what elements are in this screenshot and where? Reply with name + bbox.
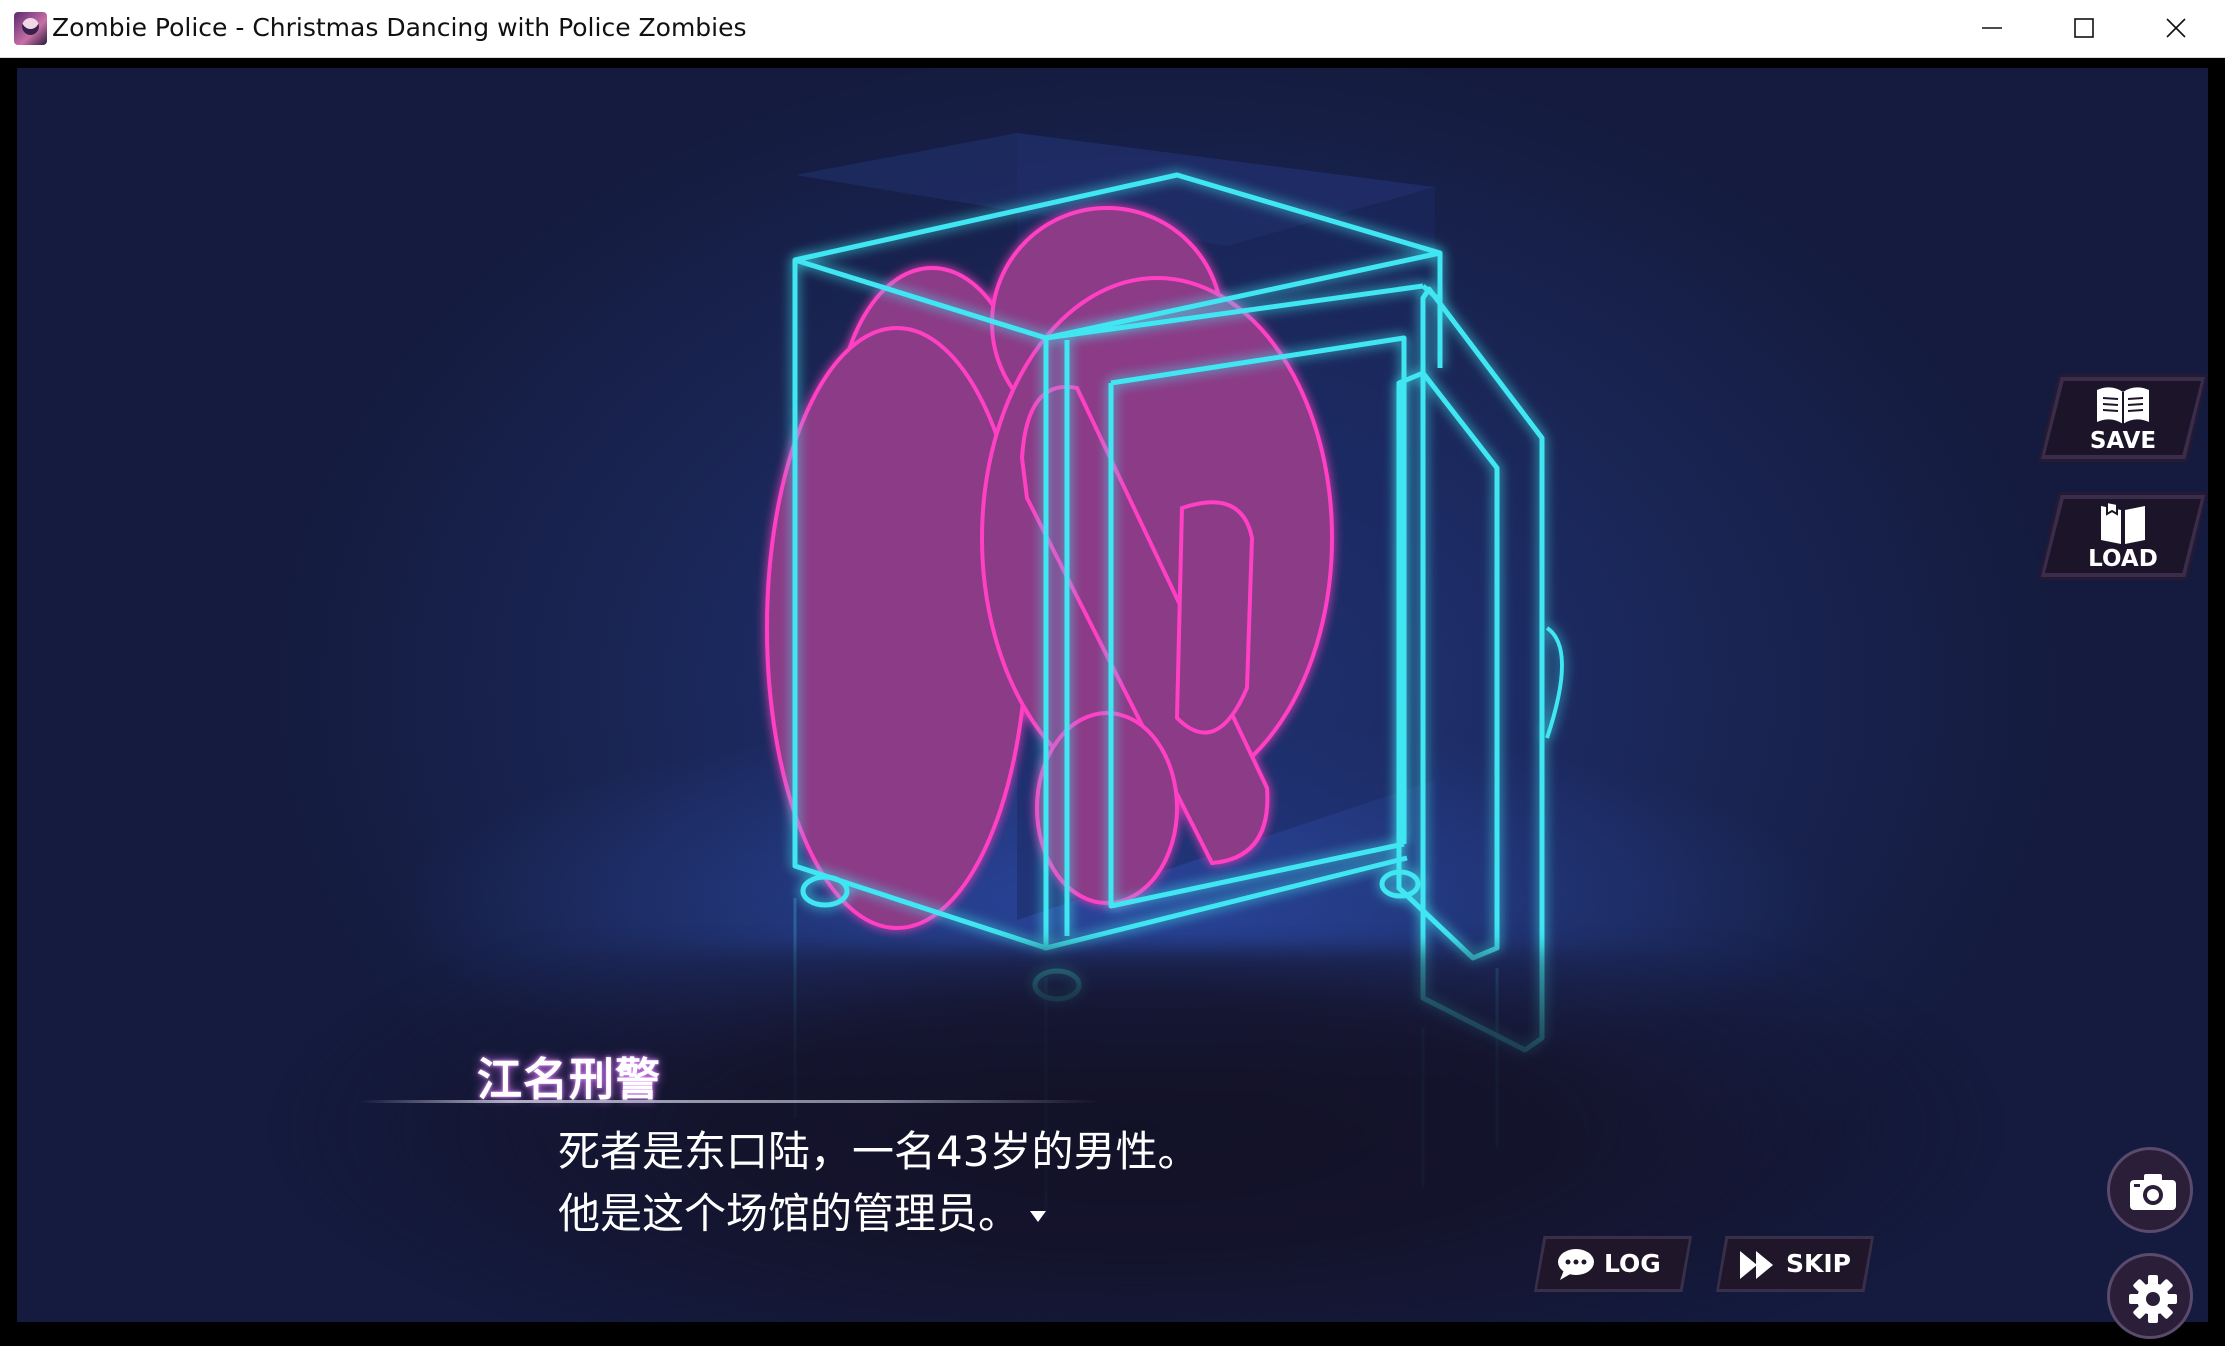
skip-button[interactable]: SKIP — [1716, 1236, 1874, 1292]
window-title: Zombie Police - Christmas Dancing with P… — [52, 13, 747, 42]
dialogue-line-2: 他是这个场馆的管理员。 — [558, 1189, 1021, 1238]
camera-icon — [2130, 1174, 2176, 1210]
close-button[interactable] — [2130, 0, 2222, 57]
fast-forward-icon — [1740, 1251, 1773, 1279]
maximize-button[interactable] — [2038, 0, 2130, 57]
dialogue-line-2-wrap: 他是这个场馆的管理员。 — [558, 1183, 1199, 1245]
minimize-button[interactable] — [1946, 0, 2038, 57]
log-button[interactable]: LOG — [1534, 1236, 1692, 1292]
crouched-body-icon — [765, 206, 1334, 930]
window-titlebar: Zombie Police - Christmas Dancing with P… — [0, 0, 2225, 58]
app-icon — [14, 12, 47, 45]
dialogue-line-1: 死者是东口陆，一名43岁的男性。 — [558, 1127, 1200, 1176]
minimize-icon — [1982, 27, 2002, 29]
book-icon — [2101, 500, 2145, 544]
save-button[interactable]: SAVE — [2038, 374, 2208, 462]
maximize-icon — [2074, 18, 2094, 38]
open-book-icon — [2097, 387, 2149, 424]
close-icon — [2166, 18, 2186, 38]
load-button[interactable]: LOAD — [2038, 492, 2208, 580]
speaker-divider — [360, 1100, 1100, 1103]
log-label: LOG — [1604, 1249, 1661, 1278]
gear-icon — [2129, 1275, 2177, 1323]
dialogue-box[interactable]: 死者是东口陆，一名43岁的男性。 他是这个场馆的管理员。 — [558, 1121, 1199, 1245]
advance-arrow-icon — [1030, 1211, 1047, 1222]
chat-bubble-icon — [1558, 1249, 1594, 1280]
screenshot-button[interactable] — [2107, 1147, 2193, 1233]
speaker-name: 江名刑警 — [477, 1053, 662, 1106]
settings-button[interactable] — [2107, 1253, 2193, 1339]
game-viewport[interactable]: 江名刑警 死者是东口陆，一名43岁的男性。 他是这个场馆的管理员。 SAVE L… — [0, 58, 2225, 1346]
skip-label: SKIP — [1786, 1249, 1852, 1278]
save-label: SAVE — [2089, 428, 2157, 454]
load-label: LOAD — [2088, 546, 2158, 572]
